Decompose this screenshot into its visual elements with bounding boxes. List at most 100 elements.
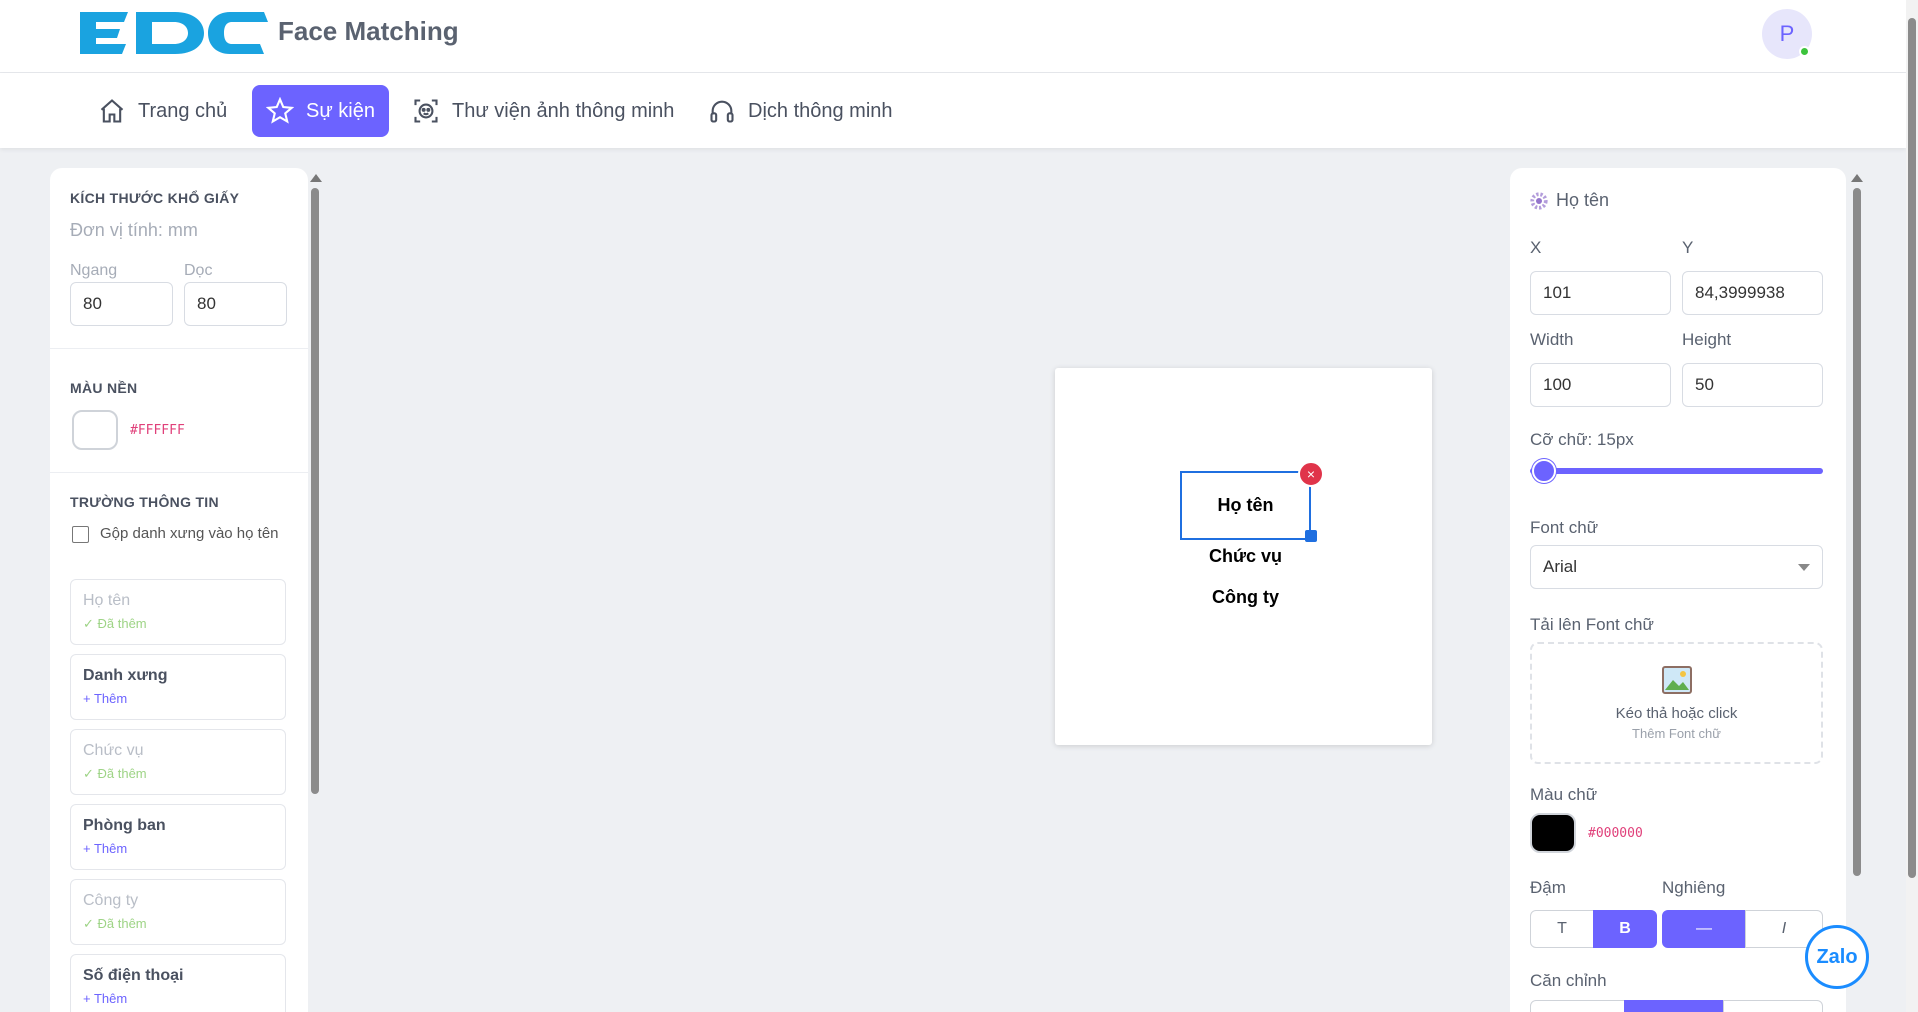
align-right-toggle[interactable] — [1723, 1000, 1823, 1012]
bold-off-toggle[interactable]: T — [1530, 910, 1594, 948]
paper-width-input[interactable]: 80 — [70, 282, 173, 326]
width-input[interactable]: 100 — [1530, 363, 1671, 407]
top-header: Face Matching P — [0, 0, 1906, 73]
nav-label-home: Trang chủ — [138, 99, 228, 122]
field-card-ho-ten[interactable]: Họ tên ✓ Đã thêm — [70, 579, 286, 645]
online-status-dot — [1799, 46, 1810, 57]
merge-title-label: Gộp danh xưng vào họ tên — [100, 525, 279, 542]
font-select-value: Arial — [1543, 557, 1578, 576]
field-add-link[interactable]: + Thêm — [83, 841, 273, 856]
unit-text: Đơn vị tính: mm — [70, 220, 198, 240]
field-name: Số điện thoại — [83, 967, 184, 984]
field-name: Công ty — [83, 892, 139, 909]
element-chuc-vu[interactable]: Chức vụ — [1180, 546, 1311, 567]
merge-title-checkbox[interactable] — [72, 526, 89, 543]
zalo-chat-button[interactable]: Zalo — [1805, 925, 1869, 989]
field-card-danh-xung[interactable]: Danh xưng + Thêm — [70, 654, 286, 720]
align-center-toggle[interactable] — [1624, 1000, 1724, 1012]
nav-item-smart-translate[interactable]: Dịch thông minh — [694, 85, 907, 137]
field-add-link[interactable]: + Thêm — [83, 991, 273, 1006]
paper-height-input[interactable]: 80 — [184, 282, 287, 326]
font-size-slider-knob[interactable] — [1532, 459, 1556, 483]
italic-label: Nghiêng — [1662, 878, 1726, 897]
x-label: X — [1530, 238, 1542, 257]
field-card-phong-ban[interactable]: Phòng ban + Thêm — [70, 804, 286, 870]
text-color-hex: #000000 — [1588, 826, 1643, 841]
font-select[interactable]: Arial — [1530, 545, 1823, 589]
text-color-swatch[interactable] — [1530, 813, 1576, 853]
width-label: Width — [1530, 330, 1574, 349]
design-canvas-area: Họ tên × Chức vụ Công ty — [326, 168, 1502, 1012]
scroll-up-arrow[interactable] — [1851, 174, 1863, 182]
font-size-label: Cỡ chữ: 15px — [1530, 430, 1634, 449]
scroll-thumb[interactable] — [1853, 188, 1861, 876]
delete-element-button[interactable]: × — [1298, 461, 1324, 487]
field-name: Danh xưng — [83, 667, 168, 684]
home-icon — [100, 99, 124, 123]
divider — [50, 348, 308, 349]
bold-on-toggle[interactable]: B — [1593, 910, 1657, 948]
settings-left-panel: KÍCH THƯỚC KHỔ GIẤY Đơn vị tính: mm Ngan… — [50, 168, 308, 1012]
font-upload-dropzone[interactable]: Kéo thả hoặc click Thêm Font chữ — [1530, 642, 1823, 764]
field-add-link[interactable]: + Thêm — [83, 691, 273, 706]
y-label: Y — [1682, 238, 1694, 257]
bold-label: Đậm — [1530, 878, 1566, 897]
italic-off-toggle[interactable]: — — [1662, 910, 1746, 948]
left-panel-scrollbar[interactable] — [310, 170, 322, 1012]
field-card-so-dien-thoai[interactable]: Số điện thoại + Thêm — [70, 954, 286, 1012]
dropzone-main-text: Kéo thả hoặc click — [1615, 705, 1738, 722]
font-label: Font chữ — [1530, 518, 1599, 537]
x-input[interactable]: 101 — [1530, 271, 1671, 315]
nav-label-smart-gallery: Thư viện ảnh thông minh — [452, 99, 675, 122]
star-icon — [266, 97, 294, 124]
nav-item-events[interactable]: Sự kiện — [252, 85, 389, 137]
field-card-cong-ty[interactable]: Công ty ✓ Đã thêm — [70, 879, 286, 945]
field-name: Chức vụ — [83, 742, 144, 759]
nav-item-home[interactable]: Trang chủ — [84, 85, 241, 137]
selected-element-ho-ten[interactable]: Họ tên — [1180, 471, 1311, 540]
resize-handle[interactable] — [1305, 530, 1317, 542]
gear-icon — [1530, 192, 1548, 210]
badge-paper[interactable]: Họ tên × Chức vụ Công ty — [1055, 368, 1432, 745]
dropzone-sub-text: Thêm Font chữ — [1632, 726, 1721, 741]
font-size-slider-track[interactable] — [1530, 468, 1823, 474]
nav-item-smart-gallery[interactable]: Thư viện ảnh thông minh — [398, 85, 688, 137]
height-input[interactable]: 50 — [1682, 363, 1823, 407]
nav-label-events: Sự kiện — [306, 99, 375, 122]
field-name: Họ tên — [83, 592, 131, 609]
right-panel-scrollbar[interactable] — [1851, 170, 1863, 1012]
properties-title: Họ tên — [1556, 190, 1610, 210]
page-scrollbar[interactable] — [1906, 0, 1918, 1012]
page-scroll-thumb[interactable] — [1908, 18, 1916, 878]
fields-title: TRƯỜNG THÔNG TIN — [70, 494, 219, 510]
user-avatar[interactable]: P — [1762, 9, 1812, 59]
align-label: Căn chỉnh — [1530, 971, 1607, 990]
scroll-thumb[interactable] — [311, 188, 319, 794]
scroll-up-arrow[interactable] — [310, 174, 322, 182]
app-title: Face Matching — [278, 16, 459, 46]
element-text: Họ tên — [1217, 495, 1274, 515]
text-color-label: Màu chữ — [1530, 785, 1598, 804]
element-cong-ty[interactable]: Công ty — [1180, 587, 1311, 608]
image-icon — [1661, 666, 1692, 694]
headset-icon — [710, 100, 734, 123]
divider — [50, 472, 308, 473]
face-scan-icon — [414, 99, 438, 123]
properties-right-panel: Họ tên X Y 101 84,3999938 Width Height 1… — [1510, 168, 1846, 1012]
chevron-down-icon — [1798, 563, 1810, 571]
y-input[interactable]: 84,3999938 — [1682, 271, 1823, 315]
avatar-initial: P — [1779, 21, 1795, 46]
field-status: ✓ Đã thêm — [83, 616, 147, 631]
height-label: Dọc — [184, 262, 213, 279]
bg-color-swatch[interactable] — [72, 410, 118, 450]
upload-font-label: Tải lên Font chữ — [1530, 615, 1654, 634]
edc-logo[interactable] — [80, 10, 268, 56]
bg-color-title: MÀU NỀN — [70, 380, 138, 396]
field-name: Phòng ban — [83, 817, 166, 834]
align-left-toggle[interactable] — [1530, 1000, 1625, 1012]
nav-label-smart-translate: Dịch thông minh — [748, 99, 893, 122]
paper-size-title: KÍCH THƯỚC KHỔ GIẤY — [70, 190, 240, 206]
field-status: ✓ Đã thêm — [83, 766, 147, 781]
field-card-chuc-vu[interactable]: Chức vụ ✓ Đã thêm — [70, 729, 286, 795]
bg-color-hex: #FFFFFF — [130, 423, 185, 438]
